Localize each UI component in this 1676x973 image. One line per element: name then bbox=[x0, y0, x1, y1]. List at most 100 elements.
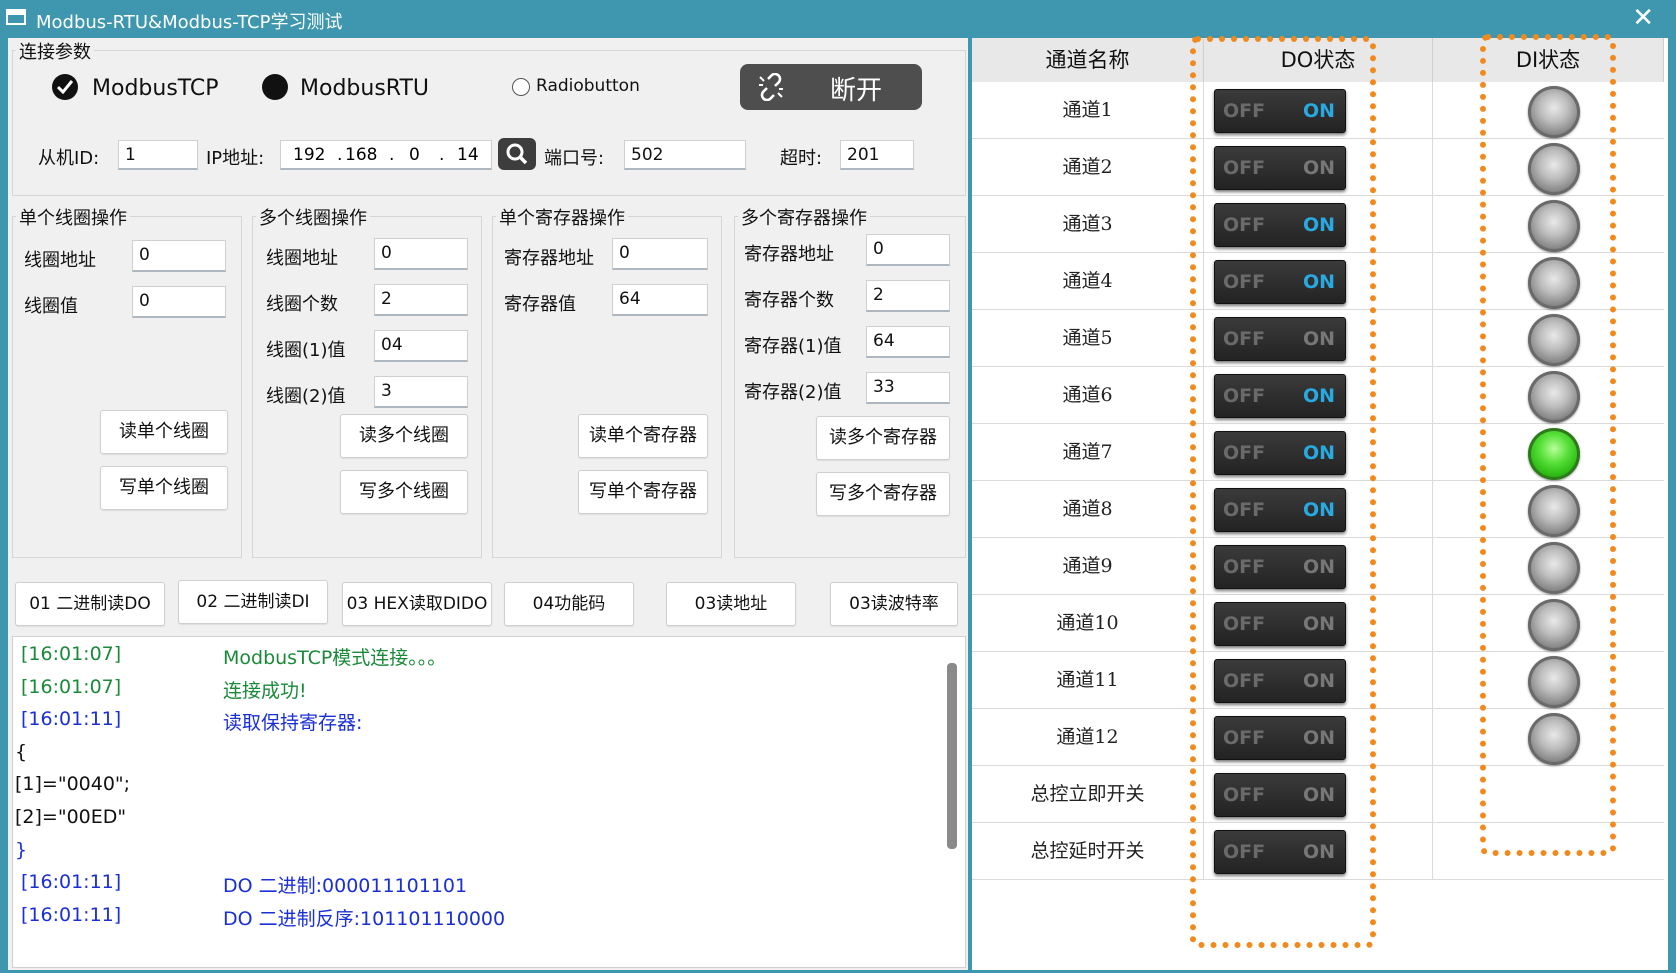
log-timestamp: [16:01:11] bbox=[21, 871, 122, 894]
radio-modbusrtu-label: ModbusRTU bbox=[300, 76, 430, 101]
window-icon bbox=[6, 9, 26, 25]
ip-address-input[interactable]: 192 . 168 . 0 . 14 bbox=[280, 140, 492, 170]
multi-reg-title: 多个寄存器操作 bbox=[738, 204, 870, 230]
write-multi-reg-button[interactable]: 写多个寄存器 bbox=[816, 472, 950, 516]
log-message: DO 二进制:000011101101 bbox=[223, 875, 468, 898]
read-single-coil-button[interactable]: 读单个线圈 bbox=[100, 410, 228, 454]
log-message: [1]="0040"; bbox=[15, 773, 131, 796]
single-reg-value-label: 寄存器值 bbox=[504, 294, 576, 315]
single-reg-addr-input[interactable]: 0 bbox=[612, 238, 708, 270]
log-timestamp: [16:01:11] bbox=[21, 708, 122, 731]
log-scrollbar[interactable] bbox=[947, 663, 957, 849]
log-message: } bbox=[15, 838, 28, 861]
log-timestamp: [16:01:07] bbox=[21, 643, 122, 665]
log-message: 连接成功! bbox=[223, 679, 307, 702]
radio-modbustcp[interactable] bbox=[52, 74, 78, 100]
func-button-read-addr[interactable]: 03读地址 bbox=[666, 582, 796, 626]
channel-name: 通道2 bbox=[972, 139, 1204, 196]
window-title: Modbus-RTU&Modbus-TCP学习测试 bbox=[36, 12, 343, 33]
timeout-label: 超时: bbox=[780, 148, 823, 169]
multi-coil-v1-input[interactable]: 04 bbox=[374, 330, 468, 362]
channel-name: 通道5 bbox=[972, 310, 1204, 367]
multi-coil-count-label: 线圈个数 bbox=[266, 294, 338, 315]
search-icon bbox=[506, 143, 528, 165]
multi-reg-addr-label: 寄存器地址 bbox=[744, 244, 834, 265]
read-single-reg-button[interactable]: 读单个寄存器 bbox=[578, 414, 708, 458]
radio-radiobutton-label: Radiobutton bbox=[536, 76, 640, 96]
log-message: ModbusTCP模式连接。。。 bbox=[223, 647, 447, 669]
single-coil-value-label: 线圈值 bbox=[24, 296, 78, 317]
slave-id-input[interactable]: 1 bbox=[118, 140, 198, 170]
radio-modbusrtu[interactable] bbox=[262, 74, 288, 100]
log-timestamp: [16:01:11] bbox=[21, 903, 122, 926]
radio-radiobutton[interactable] bbox=[512, 78, 530, 96]
multi-reg-v2-label: 寄存器(2)值 bbox=[744, 382, 842, 403]
channel-name: 通道12 bbox=[972, 709, 1204, 766]
check-icon bbox=[57, 80, 73, 94]
multi-coil-title: 多个线圈操作 bbox=[256, 204, 370, 230]
multi-coil-v2-input[interactable]: 3 bbox=[374, 376, 468, 408]
ip-label: IP地址: bbox=[206, 148, 265, 169]
single-coil-value-input[interactable]: 0 bbox=[132, 286, 226, 318]
multi-reg-count-input[interactable]: 2 bbox=[866, 280, 950, 312]
timeout-input[interactable]: 201 bbox=[840, 140, 914, 170]
read-multi-coil-button[interactable]: 读多个线圈 bbox=[340, 414, 468, 458]
log-message: { bbox=[15, 740, 28, 763]
func-button-hex-dido[interactable]: 03 HEX读取DIDO bbox=[342, 582, 492, 626]
close-button[interactable]: ✕ bbox=[1632, 4, 1654, 32]
do-highlight-outline bbox=[1190, 36, 1376, 948]
multi-coil-count-input[interactable]: 2 bbox=[374, 284, 468, 316]
multi-coil-v2-label: 线圈(2)值 bbox=[266, 386, 346, 407]
write-single-coil-button[interactable]: 写单个线圈 bbox=[100, 466, 228, 510]
channel-name: 通道7 bbox=[972, 424, 1204, 481]
ip-octet-1[interactable]: 192 bbox=[293, 145, 325, 165]
read-multi-reg-button[interactable]: 读多个寄存器 bbox=[816, 416, 950, 460]
header-channel-name[interactable]: 通道名称 bbox=[972, 38, 1204, 82]
single-reg-addr-label: 寄存器地址 bbox=[504, 248, 594, 269]
func-button-read-do[interactable]: 01 二进制读DO bbox=[15, 582, 165, 626]
log-output[interactable]: [16:01:07] ModbusTCP模式连接。。。 [16:01:07] 连接成功… bbox=[12, 636, 966, 968]
func-button-read-di[interactable]: 02 二进制读DI bbox=[178, 580, 328, 624]
multi-reg-v1-label: 寄存器(1)值 bbox=[744, 336, 842, 357]
multi-reg-v2-input[interactable]: 33 bbox=[866, 372, 950, 404]
ip-octet-2[interactable]: 168 bbox=[345, 145, 377, 165]
single-coil-addr-input[interactable]: 0 bbox=[132, 240, 226, 272]
channel-name: 通道6 bbox=[972, 367, 1204, 424]
unlink-icon bbox=[759, 73, 783, 101]
single-coil-addr-label: 线圈地址 bbox=[24, 250, 96, 271]
channel-name: 通道11 bbox=[972, 652, 1204, 709]
channel-name: 通道4 bbox=[972, 253, 1204, 310]
channel-name: 通道8 bbox=[972, 481, 1204, 538]
multi-coil-v1-label: 线圈(1)值 bbox=[266, 340, 346, 361]
slave-id-label: 从机ID: bbox=[38, 148, 100, 169]
channel-name: 通道9 bbox=[972, 538, 1204, 595]
func-button-04[interactable]: 04功能码 bbox=[504, 582, 634, 626]
channel-name: 通道1 bbox=[972, 82, 1204, 139]
log-message: DO 二进制反序:101101110000 bbox=[223, 907, 506, 930]
channel-name: 通道3 bbox=[972, 196, 1204, 253]
ip-octet-4[interactable]: 14 bbox=[457, 145, 479, 165]
di-highlight-outline bbox=[1480, 34, 1616, 856]
log-timestamp: [16:01:07] bbox=[21, 675, 122, 698]
app-window: Modbus-RTU&Modbus-TCP学习测试 ✕ 连接参数 ModbusT… bbox=[0, 0, 1676, 973]
disconnect-label: 断开 bbox=[830, 76, 883, 106]
radio-modbustcp-label: ModbusTCP bbox=[92, 76, 219, 101]
port-input[interactable]: 502 bbox=[624, 140, 746, 170]
multi-reg-addr-input[interactable]: 0 bbox=[866, 234, 950, 266]
multi-coil-addr-input[interactable]: 0 bbox=[374, 238, 468, 270]
port-label: 端口号: bbox=[544, 148, 605, 169]
func-button-read-baud[interactable]: 03读波特率 bbox=[830, 582, 958, 626]
channel-name: 总控立即开关 bbox=[972, 766, 1204, 823]
ip-octet-3[interactable]: 0 bbox=[409, 145, 420, 165]
log-message: 读取保持寄存器: bbox=[223, 712, 363, 735]
disconnect-button[interactable]: 断开 bbox=[740, 64, 922, 110]
search-button[interactable] bbox=[498, 138, 536, 170]
multi-reg-v1-input[interactable]: 64 bbox=[866, 326, 950, 358]
single-coil-title: 单个线圈操作 bbox=[16, 204, 130, 230]
write-multi-coil-button[interactable]: 写多个线圈 bbox=[340, 470, 468, 514]
single-reg-value-input[interactable]: 64 bbox=[612, 284, 708, 316]
log-message: [2]="00ED" bbox=[15, 806, 127, 828]
write-single-reg-button[interactable]: 写单个寄存器 bbox=[578, 470, 708, 514]
multi-reg-count-label: 寄存器个数 bbox=[744, 290, 834, 311]
connection-group-title: 连接参数 bbox=[16, 38, 94, 64]
